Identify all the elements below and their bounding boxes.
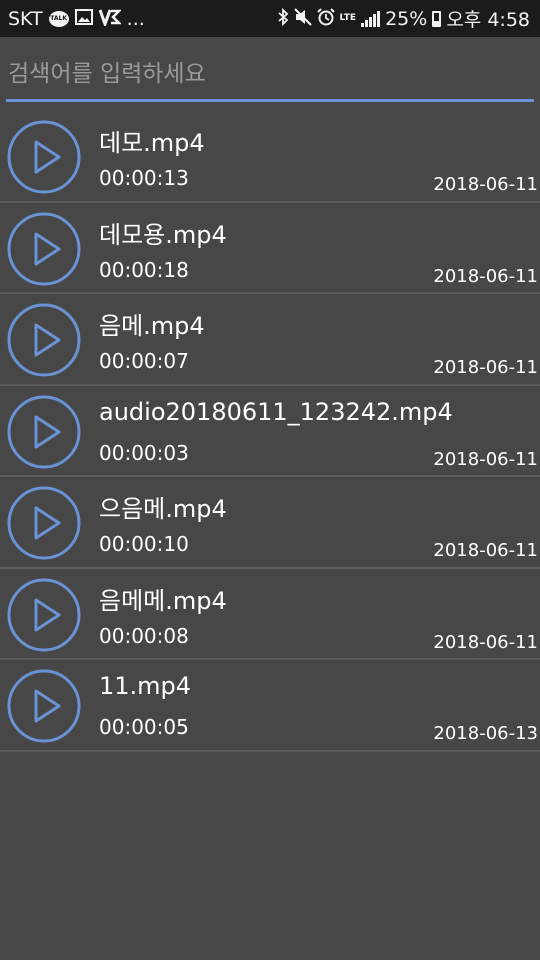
play-icon[interactable] xyxy=(7,303,81,377)
status-left: SKT TALK ... xyxy=(8,8,145,30)
list-item[interactable]: 데모용.mp4 00:00:18 2018-06-11 xyxy=(0,203,540,294)
overflow-indicator: ... xyxy=(126,7,145,30)
play-icon[interactable] xyxy=(7,669,81,743)
file-name: audio20180611_123242.mp4 xyxy=(99,397,453,426)
bluetooth-icon xyxy=(277,7,289,30)
alarm-icon xyxy=(316,7,335,30)
file-name: 11.mp4 xyxy=(99,672,192,700)
file-duration: 00:00:10 xyxy=(99,532,189,556)
file-date: 2018-06-11 xyxy=(433,357,538,378)
clock: 오후 4:58 xyxy=(446,9,530,31)
play-icon[interactable] xyxy=(7,578,81,652)
file-duration: 00:00:08 xyxy=(99,623,189,648)
file-list: 데모.mp4 00:00:13 2018-06-11 데모용.mp4 00:00… xyxy=(0,111,540,752)
file-date: 2018-06-11 xyxy=(433,265,538,287)
file-date: 2018-06-13 xyxy=(433,723,538,744)
file-name: 으음메.mp4 xyxy=(99,495,227,523)
mute-icon xyxy=(293,7,312,30)
v3-icon xyxy=(98,8,122,30)
list-item[interactable]: audio20180611_123242.mp4 00:00:03 2018-0… xyxy=(0,386,540,477)
image-icon xyxy=(74,8,93,29)
play-icon[interactable] xyxy=(7,486,81,560)
battery-percent: 25% xyxy=(385,7,428,30)
lte-icon: LTE xyxy=(339,13,357,23)
search-bar xyxy=(6,50,534,102)
file-duration: 00:00:03 xyxy=(99,440,189,465)
play-icon[interactable] xyxy=(7,395,81,469)
file-duration: 00:00:05 xyxy=(99,715,189,739)
file-name: 데모용.mp4 xyxy=(99,220,227,249)
play-icon[interactable] xyxy=(7,120,81,194)
signal-icon xyxy=(361,10,381,27)
list-item[interactable]: 음메메.mp4 00:00:08 2018-06-11 xyxy=(0,569,540,660)
play-icon[interactable] xyxy=(7,212,81,286)
search-input[interactable] xyxy=(6,50,534,98)
status-right: LTE 25% 오후 4:58 xyxy=(277,5,530,32)
file-name: 데모.mp4 xyxy=(99,129,205,157)
list-item[interactable]: 데모.mp4 00:00:13 2018-06-11 xyxy=(0,111,540,203)
file-duration: 00:00:07 xyxy=(99,349,189,373)
carrier-label: SKT xyxy=(8,7,43,30)
file-duration: 00:00:18 xyxy=(99,257,189,282)
battery-icon xyxy=(432,10,442,27)
file-date: 2018-06-11 xyxy=(433,631,538,653)
file-duration: 00:00:13 xyxy=(99,166,189,190)
file-name: 음메메.mp4 xyxy=(99,586,227,615)
file-date: 2018-06-11 xyxy=(433,448,538,470)
status-bar: SKT TALK ... LTE 25% 오후 4:58 xyxy=(0,0,540,37)
list-item[interactable]: 11.mp4 00:00:05 2018-06-13 xyxy=(0,660,540,752)
file-date: 2018-06-11 xyxy=(433,174,538,195)
list-item[interactable]: 음메.mp4 00:00:07 2018-06-11 xyxy=(0,294,540,386)
kakaotalk-icon: TALK xyxy=(48,10,69,27)
file-name: 음메.mp4 xyxy=(99,312,205,340)
file-date: 2018-06-11 xyxy=(433,540,538,561)
list-item[interactable]: 으음메.mp4 00:00:10 2018-06-11 xyxy=(0,477,540,569)
